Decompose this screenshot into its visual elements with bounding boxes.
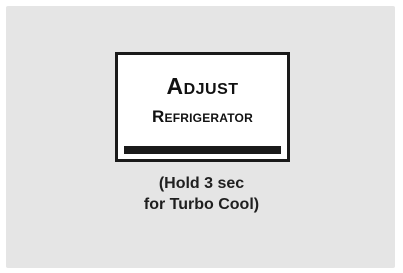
hint-text-line-2: for Turbo Cool): [143, 196, 260, 213]
hint-text-line-1: (Hold 3 sec: [158, 175, 245, 192]
button-title: Adjust: [166, 73, 239, 99]
button-indicator-bar: [124, 146, 281, 154]
adjust-refrigerator-button[interactable]: Adjust Refrigerator: [115, 52, 290, 162]
button-subtitle: Refrigerator: [152, 107, 253, 126]
